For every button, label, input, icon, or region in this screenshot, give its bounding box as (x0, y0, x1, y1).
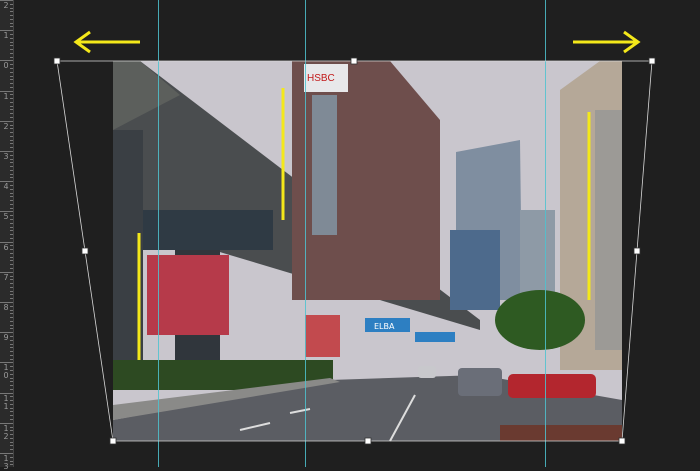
elba-sign: ELBA (374, 322, 395, 331)
handle-bottom-left[interactable] (109, 437, 117, 445)
hsbc-sign: HSBC (307, 73, 335, 84)
handle-bottom-right[interactable] (618, 437, 626, 445)
handle-top-right[interactable] (648, 57, 656, 65)
handle-top-middle[interactable] (350, 57, 358, 65)
handle-middle-left[interactable] (81, 247, 89, 255)
arrow-right-icon (573, 30, 641, 54)
handle-middle-right[interactable] (633, 247, 641, 255)
handle-top-left[interactable] (53, 57, 61, 65)
arrow-left-icon (73, 30, 140, 54)
handle-bottom-middle[interactable] (364, 437, 372, 445)
canvas[interactable]: HSBC ELBA (0, 0, 700, 467)
